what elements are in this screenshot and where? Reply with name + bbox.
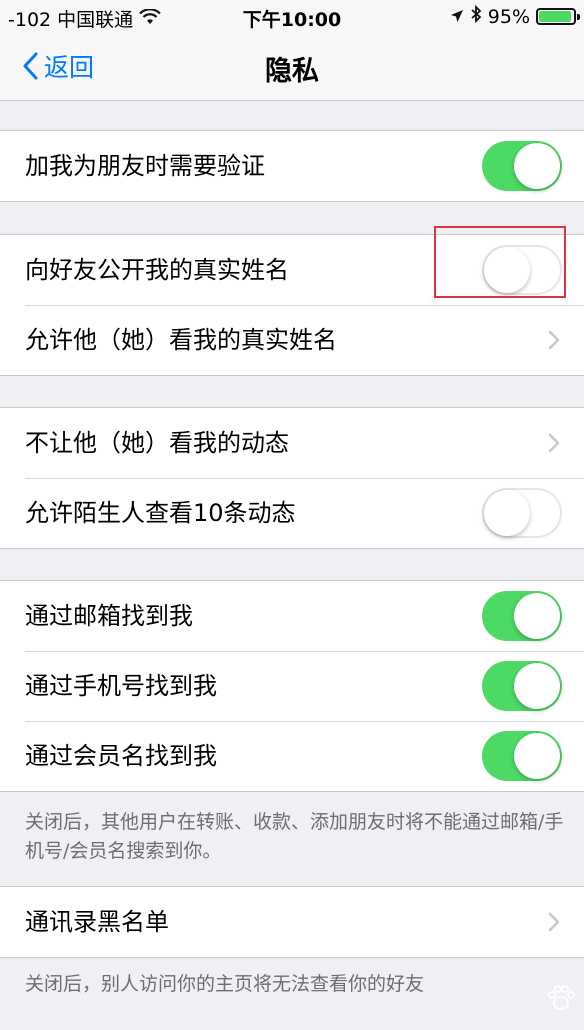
cell-find-by-email: 通过邮箱找到我 <box>0 581 584 651</box>
battery-fill <box>539 11 572 22</box>
page-title: 隐私 <box>265 56 319 87</box>
cell-hide-moments[interactable]: 不让他（她）看我的动态 <box>0 408 584 478</box>
settings-group-verification: 加我为朋友时需要验证 <box>0 130 584 202</box>
paw-icon <box>548 985 575 1010</box>
battery-percent: 95% <box>487 5 530 28</box>
cell-label: 通讯录黑名单 <box>25 908 169 936</box>
cell-label: 允许他（她）看我的真实姓名 <box>25 326 337 354</box>
cell-find-by-phone: 通过手机号找到我 <box>0 651 584 721</box>
find-by-member-name-toggle[interactable] <box>482 731 562 781</box>
settings-group-find-me: 通过邮箱找到我 通过手机号找到我 通过会员名找到我 <box>0 580 584 792</box>
status-bar: -102 中国联通 下午10:00 95% <box>0 0 584 34</box>
cell-label: 允许陌生人查看10条动态 <box>25 499 296 527</box>
blacklist-note: 关闭后，别人访问你的主页将无法查看你的好友 <box>25 973 425 995</box>
location-arrow-icon <box>450 6 464 28</box>
cell-friend-verification: 加我为朋友时需要验证 <box>0 131 584 201</box>
cell-label: 向好友公开我的真实姓名 <box>25 256 289 284</box>
settings-group-blacklist: 通讯录黑名单 <box>0 886 584 958</box>
find-by-email-toggle[interactable] <box>482 591 562 641</box>
battery-icon <box>536 8 580 25</box>
cell-label: 通过会员名找到我 <box>25 742 217 770</box>
find-me-note: 关闭后，其他用户在转账、收款、添加朋友时将不能通过邮箱/手机号/会员名搜索到你。 <box>25 811 564 862</box>
cell-label: 通过邮箱找到我 <box>25 602 193 630</box>
bluetooth-icon <box>470 4 482 28</box>
chevron-right-icon <box>548 912 560 932</box>
find-by-phone-toggle[interactable] <box>482 661 562 711</box>
highlight-box <box>434 226 566 298</box>
cell-label: 不让他（她）看我的动态 <box>25 429 289 457</box>
cell-stranger-moments: 允许陌生人查看10条动态 <box>0 478 584 548</box>
navigation-bar: 返回 隐私 <box>0 34 584 101</box>
chevron-right-icon <box>548 330 560 350</box>
cell-label: 加我为朋友时需要验证 <box>25 152 265 180</box>
friend-verification-toggle[interactable] <box>482 141 562 191</box>
watermark-logo <box>546 984 576 1012</box>
cell-find-by-member-name: 通过会员名找到我 <box>0 721 584 791</box>
stranger-moments-toggle[interactable] <box>482 488 562 538</box>
cell-contacts-blacklist[interactable]: 通讯录黑名单 <box>0 887 584 957</box>
chevron-right-icon <box>548 433 560 453</box>
cell-label: 通过手机号找到我 <box>25 672 217 700</box>
settings-group-moments: 不让他（她）看我的动态 允许陌生人查看10条动态 <box>0 407 584 549</box>
cell-allow-view-real-name[interactable]: 允许他（她）看我的真实姓名 <box>0 305 584 375</box>
